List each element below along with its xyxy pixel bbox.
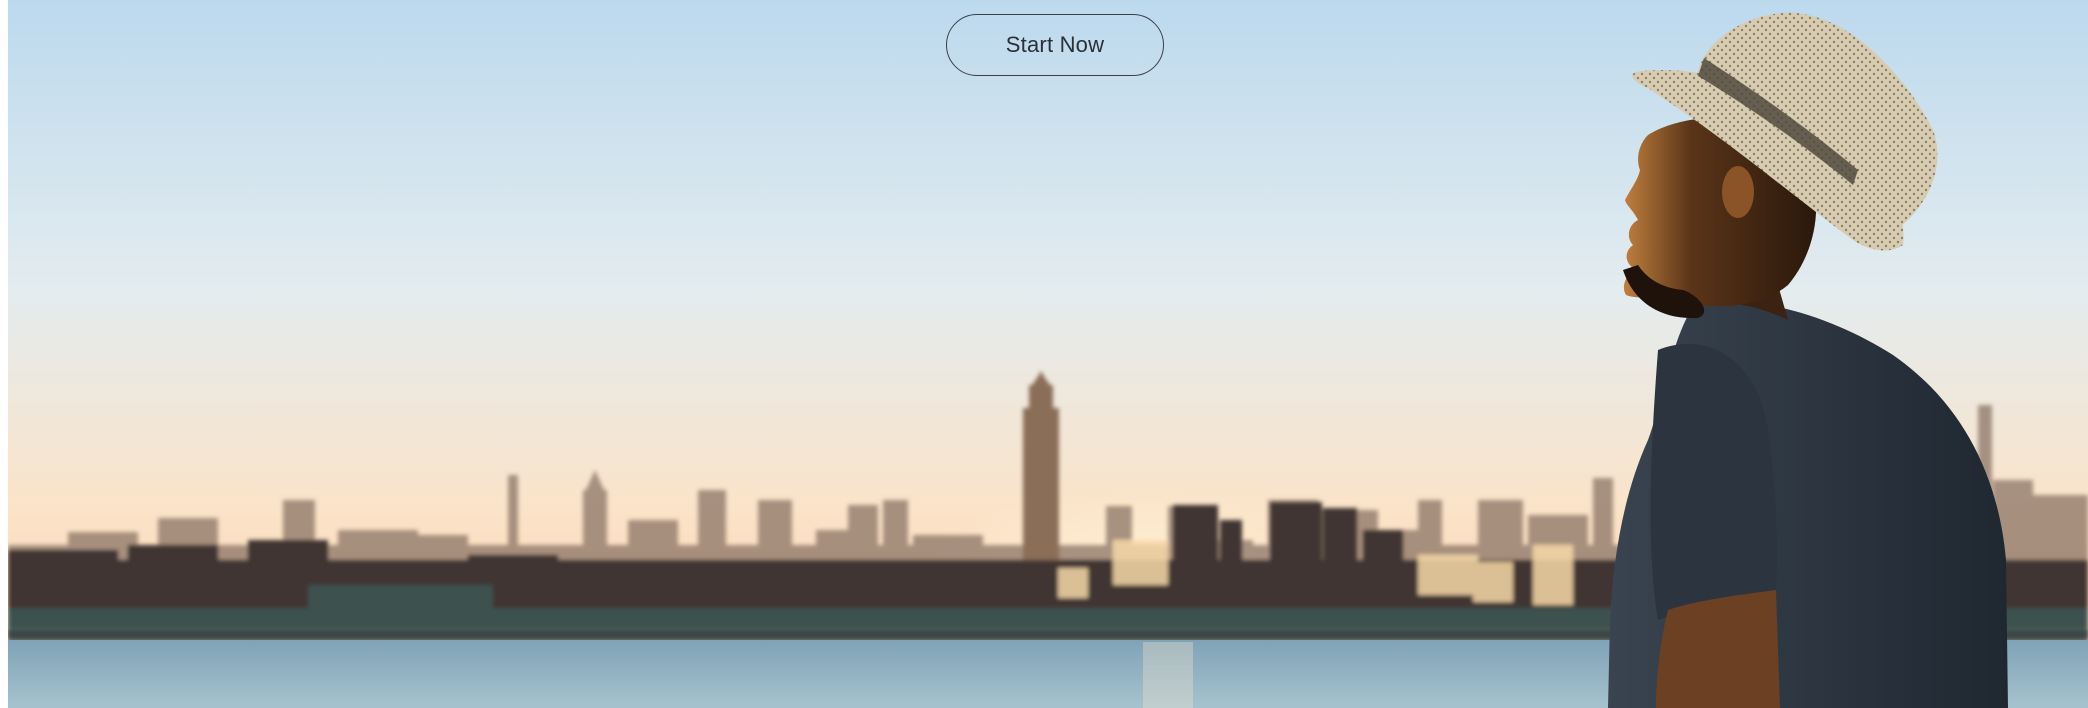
hero-section: Start Now xyxy=(8,0,2088,708)
hero-background-image xyxy=(8,0,2088,708)
start-now-button[interactable]: Start Now xyxy=(946,14,1164,76)
